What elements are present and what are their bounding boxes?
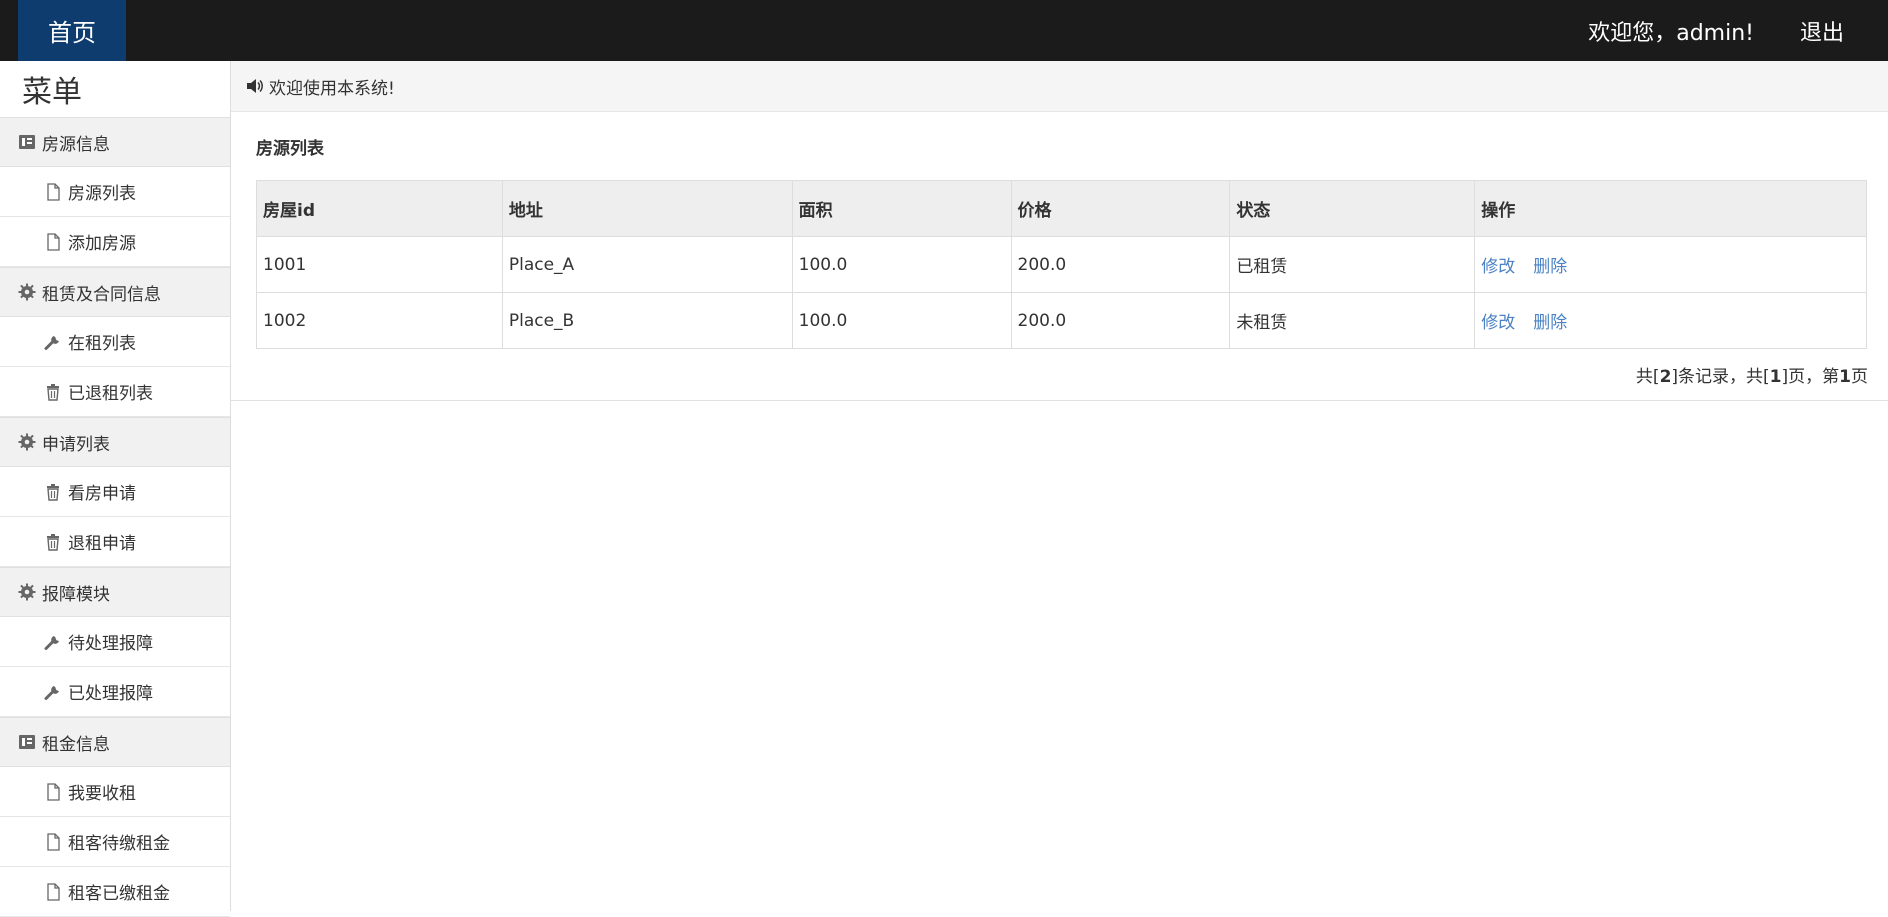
sidebar-group-rent[interactable]: 租金信息 xyxy=(0,717,230,767)
file-icon xyxy=(44,232,62,251)
cell-address: Place_A xyxy=(501,236,793,293)
file-icon xyxy=(44,782,62,801)
top-navbar: 首页 欢迎您，admin! 退出 xyxy=(0,0,1888,61)
gear-icon xyxy=(18,433,36,451)
column-header-address: 地址 xyxy=(501,180,793,237)
menu-title: 菜单 xyxy=(22,75,82,110)
sidebar-item-add-housing[interactable]: 添加房源 xyxy=(0,217,230,267)
sidebar-item-renting-list[interactable]: 在租列表 xyxy=(0,317,230,367)
sidebar-group-housing[interactable]: 房源信息 xyxy=(0,117,230,167)
sidebar-group-label: 租金信息 xyxy=(42,734,110,755)
cell-area: 100.0 xyxy=(791,292,1012,349)
column-header-status: 状态 xyxy=(1229,180,1476,237)
sidebar-group-applications[interactable]: 申请列表 xyxy=(0,417,230,467)
column-header-id: 房屋id xyxy=(256,180,503,237)
cell-price: 200.0 xyxy=(1010,236,1231,293)
cell-price: 200.0 xyxy=(1010,292,1231,349)
sidebar-item-label: 在租列表 xyxy=(68,334,136,354)
cell-area: 100.0 xyxy=(791,236,1012,293)
sidebar-item-label: 退租申请 xyxy=(68,534,136,554)
table-row: 1001 Place_A 100.0 200.0 已租赁 修改 删除 xyxy=(256,236,1867,293)
user-area: 欢迎您，admin! 退出 xyxy=(1588,0,1888,61)
sidebar-group-repairs[interactable]: 报障模块 xyxy=(0,567,230,617)
logout-link[interactable]: 退出 xyxy=(1800,15,1844,47)
sidebar-item-handled-repairs[interactable]: 已处理报障 xyxy=(0,667,230,717)
cell-status: 未租赁 xyxy=(1229,292,1476,349)
home-nav-button[interactable]: 首页 xyxy=(18,0,126,61)
gear-icon xyxy=(18,283,36,301)
column-header-area: 面积 xyxy=(791,180,1012,237)
trash-icon xyxy=(44,533,62,551)
wrench-icon xyxy=(44,333,62,351)
sidebar-group-lease-contract[interactable]: 租赁及合同信息 xyxy=(0,267,230,317)
cell-actions: 修改 删除 xyxy=(1474,236,1867,293)
wrench-icon xyxy=(44,683,62,701)
cell-id: 1001 xyxy=(256,236,503,293)
main-content: 欢迎使用本系统! 房源列表 房屋id 地址 面积 价格 状态 操作 1001 P… xyxy=(231,61,1888,911)
sidebar-item-housing-list[interactable]: 房源列表 xyxy=(0,167,230,217)
sidebar-item-label: 看房申请 xyxy=(68,484,136,504)
sidebar-item-viewing-requests[interactable]: 看房申请 xyxy=(0,467,230,517)
pager-current-page: 1 xyxy=(1839,367,1851,387)
delete-link[interactable]: 删除 xyxy=(1533,313,1567,333)
column-header-actions: 操作 xyxy=(1474,180,1867,237)
sidebar-item-label: 添加房源 xyxy=(68,234,136,254)
delete-link[interactable]: 删除 xyxy=(1533,257,1567,277)
sidebar-item-paid-rent[interactable]: 租客已缴租金 xyxy=(0,867,230,917)
sidebar-item-label: 已退租列表 xyxy=(68,384,153,404)
book-icon xyxy=(18,133,36,151)
pager-total-pages: 1 xyxy=(1769,367,1782,387)
file-icon xyxy=(44,882,62,901)
sidebar-item-pending-repairs[interactable]: 待处理报障 xyxy=(0,617,230,667)
housing-list-panel: 房源列表 房屋id 地址 面积 价格 状态 操作 1001 Place_A 10… xyxy=(231,112,1888,401)
sidebar-item-unpaid-rent[interactable]: 租客待缴租金 xyxy=(0,817,230,867)
cell-actions: 修改 删除 xyxy=(1474,292,1867,349)
sidebar-menu: 菜单 房源信息 房源列表 添加房源 租赁及合同信息 在租列表 已退租列表 申请列… xyxy=(0,61,231,917)
cell-id: 1002 xyxy=(256,292,503,349)
sidebar-item-collect-rent[interactable]: 我要收租 xyxy=(0,767,230,817)
sidebar-item-label: 已处理报障 xyxy=(68,684,153,704)
file-icon xyxy=(44,832,62,851)
sidebar-item-terminated-list[interactable]: 已退租列表 xyxy=(0,367,230,417)
panel-title: 房源列表 xyxy=(256,139,324,159)
housing-table: 房屋id 地址 面积 价格 状态 操作 1001 Place_A 100.0 2… xyxy=(256,180,1867,349)
notice-text: 欢迎使用本系统! xyxy=(269,78,395,99)
sidebar-group-label: 报障模块 xyxy=(42,584,110,605)
sidebar-item-label: 我要收租 xyxy=(68,784,136,804)
edit-link[interactable]: 修改 xyxy=(1481,313,1515,333)
cell-status: 已租赁 xyxy=(1229,236,1476,293)
column-header-price: 价格 xyxy=(1010,180,1231,237)
sidebar-item-label: 租客已缴租金 xyxy=(68,884,170,904)
file-icon xyxy=(44,182,62,201)
welcome-user-text: 欢迎您，admin! xyxy=(1588,20,1754,46)
trash-icon xyxy=(44,483,62,501)
gear-icon xyxy=(18,583,36,601)
sidebar-group-label: 房源信息 xyxy=(42,134,110,155)
sidebar-group-label: 租赁及合同信息 xyxy=(42,284,161,305)
welcome-notice: 欢迎使用本系统! xyxy=(231,61,1888,112)
table-header-row: 房屋id 地址 面积 价格 状态 操作 xyxy=(256,180,1867,237)
trash-icon xyxy=(44,383,62,401)
pager-total-records: 2 xyxy=(1659,367,1672,387)
pager-suffix: 页 xyxy=(1851,367,1868,387)
wrench-icon xyxy=(44,633,62,651)
cell-address: Place_B xyxy=(501,292,793,349)
pager-mid1: ]条记录，共[ xyxy=(1671,367,1770,387)
sidebar-item-label: 租客待缴租金 xyxy=(68,834,170,854)
table-row: 1002 Place_B 100.0 200.0 未租赁 修改 删除 xyxy=(256,292,1867,349)
book-icon xyxy=(18,733,36,751)
sidebar-item-label: 待处理报障 xyxy=(68,634,153,654)
pager-mid2: ]页，第 xyxy=(1781,367,1840,387)
sidebar-item-termination-requests[interactable]: 退租申请 xyxy=(0,517,230,567)
sidebar-item-label: 房源列表 xyxy=(68,184,136,204)
edit-link[interactable]: 修改 xyxy=(1481,257,1515,277)
pager-prefix: 共[ xyxy=(1635,367,1660,387)
volume-icon xyxy=(245,77,263,95)
pagination-info: 共[2]条记录，共[1]页，第1页 xyxy=(1636,362,1868,387)
sidebar-group-label: 申请列表 xyxy=(42,434,110,455)
